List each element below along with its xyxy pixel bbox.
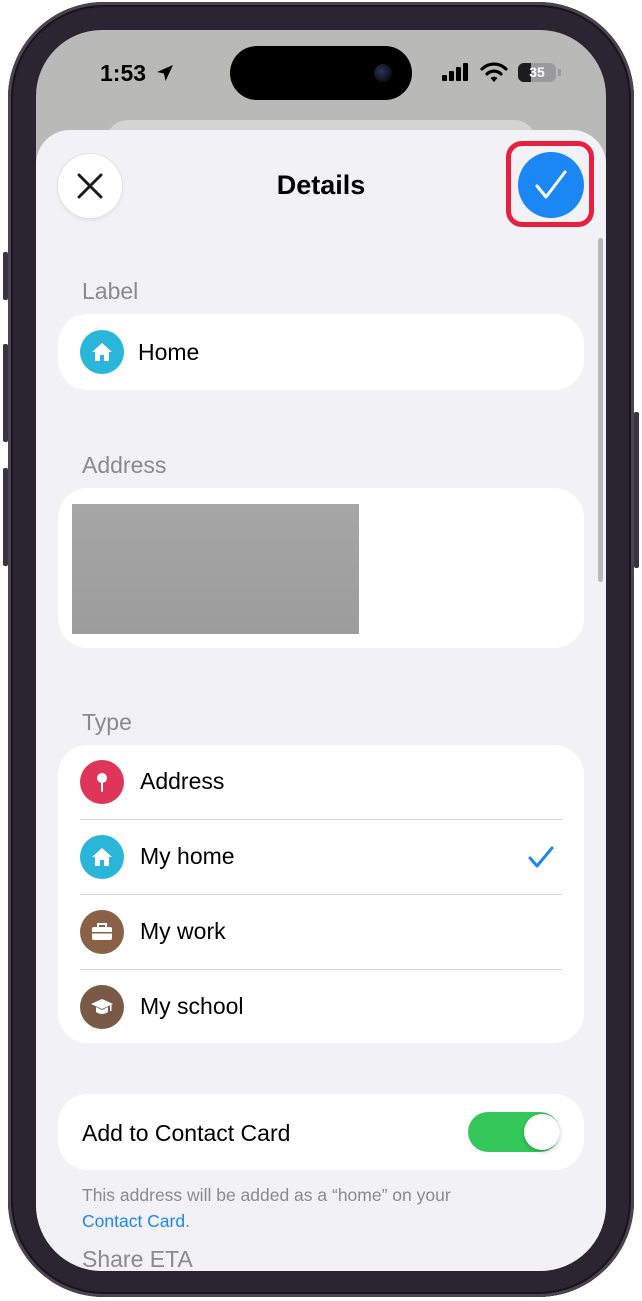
footnote-text: This address will be added as a “home” o…	[82, 1185, 451, 1205]
label-card[interactable]: Home	[58, 314, 584, 390]
action-button	[3, 252, 8, 300]
type-section-heading: Type	[82, 709, 132, 735]
address-section-heading: Address	[82, 452, 167, 478]
done-button[interactable]	[518, 152, 584, 218]
label-value: Home	[138, 339, 200, 365]
contact-card-toggle[interactable]	[468, 1112, 560, 1152]
pin-icon	[80, 760, 124, 804]
type-option-address[interactable]: Address	[58, 745, 584, 820]
briefcase-icon	[80, 910, 124, 954]
footnote-end: .	[185, 1211, 190, 1231]
contact-card-row: Add to Contact Card	[58, 1094, 584, 1170]
status-time: 1:53	[100, 60, 147, 86]
graduation-cap-icon	[80, 985, 124, 1029]
volume-down-button	[3, 468, 8, 566]
scroll-indicator[interactable]	[598, 238, 603, 582]
share-eta-heading: Share ETA	[82, 1246, 193, 1271]
type-option-label: Address	[140, 768, 225, 794]
power-button	[634, 412, 639, 568]
cellular-signal-icon	[442, 63, 470, 86]
battery-nub	[558, 69, 561, 76]
location-arrow-icon	[156, 64, 174, 87]
house-icon	[80, 835, 124, 879]
dynamic-island	[230, 46, 412, 100]
contact-card-label: Add to Contact Card	[82, 1120, 291, 1146]
details-sheet: Details Label Home Address Type Address …	[36, 130, 606, 1271]
label-section-heading: Label	[82, 278, 139, 304]
house-icon	[80, 330, 124, 374]
selected-checkmark-icon	[528, 846, 554, 868]
type-option-my-school[interactable]: My school	[58, 970, 584, 1045]
type-option-label: My school	[140, 993, 244, 1019]
redacted-address	[72, 504, 359, 634]
battery-icon: 35	[518, 63, 556, 82]
address-card[interactable]	[58, 488, 584, 648]
battery-percent: 35	[529, 64, 545, 80]
screen: 1:53 35 Details Label Home Address Type …	[36, 30, 606, 1271]
contact-card-footnote: This address will be added as a “home” o…	[82, 1182, 542, 1234]
type-option-my-work[interactable]: My work	[58, 895, 584, 970]
checkmark-icon	[535, 170, 567, 199]
type-option-my-home[interactable]: My home	[58, 820, 584, 895]
type-option-label: My home	[140, 843, 235, 869]
type-card: Address My home My work My school	[58, 745, 584, 1043]
toggle-knob	[524, 1114, 560, 1150]
camera-icon	[374, 64, 392, 82]
wifi-icon	[480, 61, 508, 88]
status-bar: 1:53 35	[36, 30, 606, 120]
volume-up-button	[3, 344, 8, 442]
type-option-label: My work	[140, 918, 226, 944]
contact-card-link[interactable]: Contact Card	[82, 1211, 185, 1231]
